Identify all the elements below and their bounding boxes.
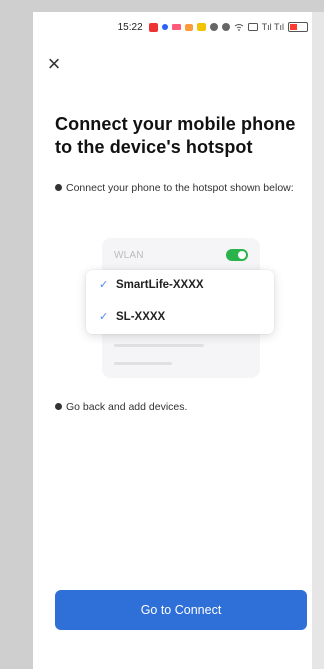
close-icon: × — [47, 51, 61, 76]
yellow-icon — [196, 22, 206, 32]
step-1-bullet-icon — [55, 184, 62, 191]
check-icon: ✓ — [99, 278, 109, 291]
device-frame-edge — [312, 12, 324, 669]
wifi-icon — [234, 22, 244, 32]
wlan-toggle-icon — [226, 249, 248, 261]
network-list-popup: ✓ SmartLife-XXXX ✓ SL-XXXX — [86, 270, 274, 334]
app-red-icon — [148, 22, 158, 32]
status-bar: 15:22 Tıl Tıl — [33, 12, 312, 42]
go-to-connect-button[interactable]: Go to Connect — [55, 590, 307, 630]
pink-icon — [171, 22, 181, 32]
check-icon: ✓ — [99, 310, 109, 323]
step-1: Connect your phone to the hotspot shown … — [55, 182, 300, 194]
placeholder-line — [114, 344, 204, 347]
orange-icon — [184, 22, 193, 32]
share-icon — [221, 22, 230, 32]
close-button[interactable]: × — [43, 53, 65, 75]
page-title: Connect your mobile phone to the device'… — [55, 114, 296, 157]
phone-screen: 15:22 Tıl Tıl × Connect your mobile phon… — [33, 12, 312, 669]
step-2-bullet-icon — [55, 403, 62, 410]
dot-blue-icon — [161, 22, 168, 32]
step-2: Go back and add devices. — [55, 401, 300, 413]
status-time: 15:22 — [117, 21, 143, 33]
battery-icon — [288, 22, 308, 32]
placeholder-line — [114, 362, 172, 365]
card-icon — [247, 22, 258, 32]
step-2-text: Go back and add devices. — [66, 401, 188, 413]
signal-icon: Tıl Tıl — [261, 22, 284, 32]
network-item-sl: ✓ SL-XXXX — [86, 306, 274, 328]
network-name: SmartLife-XXXX — [116, 279, 204, 291]
network-item-smartlife: ✓ SmartLife-XXXX — [86, 274, 274, 296]
step-1-text: Connect your phone to the hotspot shown … — [66, 182, 294, 194]
wlan-label: WLAN — [114, 249, 144, 261]
network-name: SL-XXXX — [116, 311, 166, 323]
gear-icon — [209, 22, 218, 32]
wlan-row: WLAN — [102, 244, 260, 266]
